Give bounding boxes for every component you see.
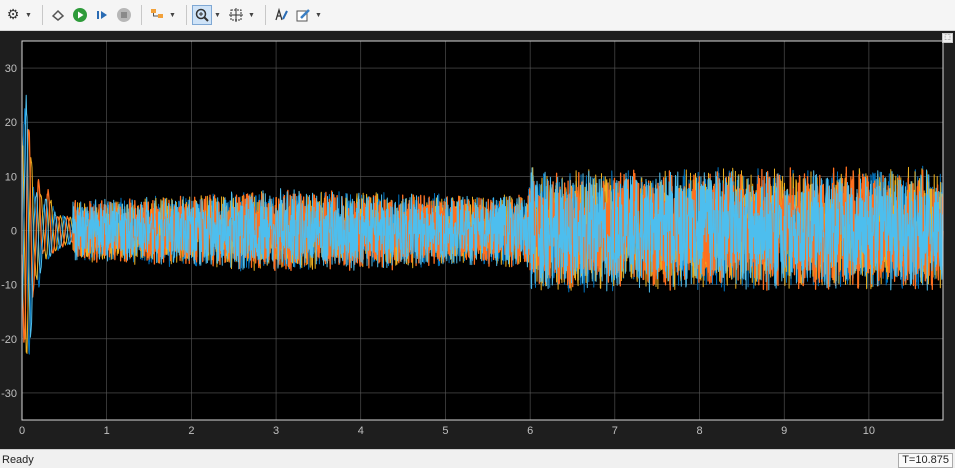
undock-icon[interactable]: ⬚ bbox=[942, 33, 953, 43]
x-tick-label: 8 bbox=[696, 425, 702, 437]
x-tick-label: 3 bbox=[273, 425, 279, 437]
run-icon[interactable] bbox=[70, 5, 90, 25]
x-tick-label: 4 bbox=[358, 425, 364, 437]
toolbar-separator bbox=[42, 5, 43, 25]
x-tick-label: 5 bbox=[442, 425, 448, 437]
chevron-down-icon[interactable]: ▼ bbox=[214, 12, 222, 19]
y-tick-label: -20 bbox=[1, 334, 17, 346]
status-bar: Ready T=10.875 bbox=[0, 449, 955, 468]
status-text: Ready bbox=[2, 454, 34, 466]
y-tick-labels: -30 -20 -10 0 10 20 30 bbox=[1, 63, 17, 400]
y-tick-label: 20 bbox=[5, 117, 17, 129]
style-icon[interactable] bbox=[271, 5, 291, 25]
highlight-block-icon[interactable] bbox=[48, 5, 68, 25]
x-tick-label: 10 bbox=[863, 425, 875, 437]
y-tick-label: 0 bbox=[11, 226, 17, 238]
simulation-time: T=10.875 bbox=[898, 453, 953, 468]
chevron-down-icon[interactable]: ▼ bbox=[248, 12, 256, 19]
y-tick-label: 10 bbox=[5, 171, 17, 183]
chevron-down-icon[interactable]: ▼ bbox=[25, 12, 33, 19]
autoscale-icon[interactable] bbox=[226, 5, 246, 25]
scope-plot[interactable]: -30 -20 -10 0 10 20 30 0 1 2 3 4 5 6 7 8 9 10 bbox=[0, 31, 955, 449]
stop-icon[interactable] bbox=[114, 5, 134, 25]
x-tick-label: 6 bbox=[527, 425, 533, 437]
chevron-down-icon[interactable]: ▼ bbox=[169, 12, 177, 19]
toolbar-separator bbox=[141, 5, 142, 25]
toolbar-separator bbox=[186, 5, 187, 25]
signal-selector-icon[interactable] bbox=[147, 5, 167, 25]
scope-toolbar: ⚙ ▼ ▼ ▼ ▼ ▼ bbox=[0, 0, 955, 31]
scope-display: -30 -20 -10 0 10 20 30 0 1 2 3 4 5 6 7 8 9 10 ⬚ bbox=[0, 31, 955, 449]
properties-icon[interactable] bbox=[293, 5, 313, 25]
x-tick-label: 7 bbox=[612, 425, 618, 437]
y-tick-label: -30 bbox=[1, 388, 17, 400]
x-tick-label: 9 bbox=[781, 425, 787, 437]
toolbar-separator bbox=[265, 5, 266, 25]
y-tick-label: 30 bbox=[5, 63, 17, 75]
x-tick-label: 1 bbox=[104, 425, 110, 437]
chevron-down-icon[interactable]: ▼ bbox=[315, 12, 323, 19]
x-tick-label: 0 bbox=[19, 425, 25, 437]
x-tick-label: 2 bbox=[188, 425, 194, 437]
x-tick-labels: 0 1 2 3 4 5 6 7 8 9 10 bbox=[19, 425, 875, 437]
zoom-in-icon[interactable] bbox=[192, 5, 212, 25]
step-forward-icon[interactable] bbox=[92, 5, 112, 25]
y-tick-label: -10 bbox=[1, 280, 17, 292]
gear-icon[interactable]: ⚙ bbox=[3, 5, 23, 25]
